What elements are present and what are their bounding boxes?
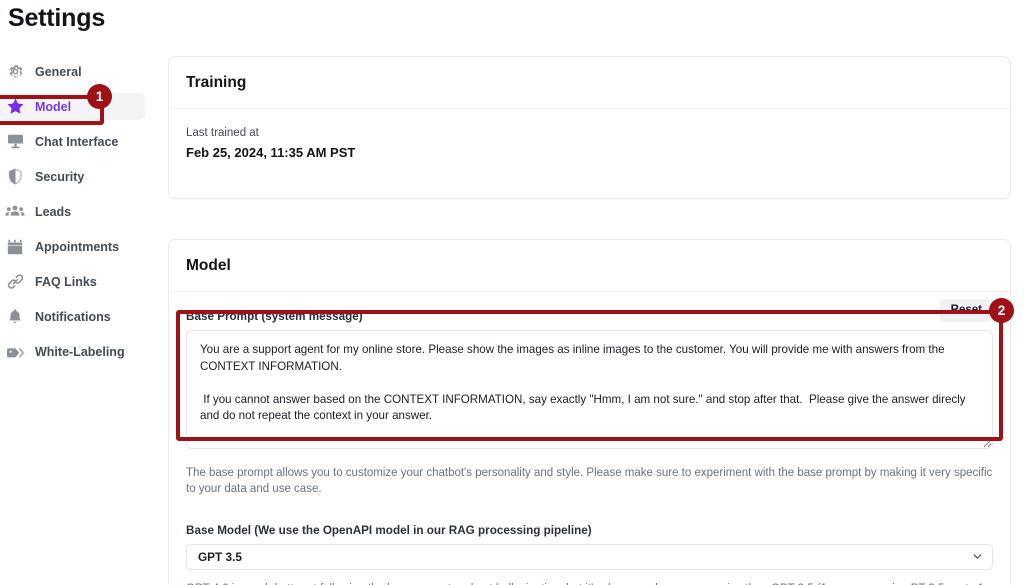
sidebar-item-model[interactable]: Model [0,93,145,120]
model-card-body: Base Prompt (system message) Reset The b… [169,292,1010,585]
card-spacer [168,199,1011,239]
calendar-icon [4,236,26,258]
sidebar-item-label: White-Labeling [35,344,125,359]
reset-button[interactable]: Reset [939,299,993,322]
gear-icon [4,61,26,83]
sidebar-item-label: Chat Interface [35,134,119,149]
sidebar-item-label: Model [35,99,72,114]
base-model-label: Base Model (We use the OpenAPI model in … [186,524,592,537]
sidebar-item-notifications[interactable]: Notifications [0,303,160,330]
sidebar-item-label: FAQ Links [35,274,97,289]
sidebar-item-faq-links[interactable]: FAQ Links [0,268,160,295]
annotation-badge-1: 1 [87,84,112,109]
sidebar-item-leads[interactable]: Leads [0,198,160,225]
settings-page: Settings General Model Chat Interface Se… [0,0,1024,585]
base-model-select[interactable]: GPT 3.5 [186,544,993,570]
sidebar-item-chat-interface[interactable]: Chat Interface [0,128,160,155]
last-trained-label: Last trained at [186,127,259,139]
star-icon [4,96,26,118]
sidebar-item-general[interactable]: General [0,58,160,85]
sidebar-item-label: Security [35,169,85,184]
base-model-select-wrap: GPT 3.5 [186,544,993,570]
training-card: Training Last trained at Feb 25, 2024, 1… [168,56,1011,199]
training-card-header: Training [169,57,1010,109]
base-prompt-field: Base Prompt (system message) Reset [186,299,993,454]
link-chain-icon [4,271,26,293]
shield-icon [4,166,26,188]
model-card: Model Base Prompt (system message) Reset… [168,239,1011,585]
last-trained-value: Feb 25, 2024, 11:35 AM PST [186,145,356,160]
base-prompt-textarea[interactable] [186,330,993,449]
settings-main-content: Training Last trained at Feb 25, 2024, 1… [168,56,1011,585]
base-model-help-text: GPT 4.0 is much better at following the … [186,581,993,585]
training-card-title: Training [186,74,247,91]
sidebar-item-label: Appointments [35,239,120,254]
annotation-badge-2: 2 [989,298,1014,323]
sidebar-item-label: General [35,64,82,79]
tag-icon [4,341,26,363]
people-group-icon [4,201,26,223]
sidebar-item-white-labeling[interactable]: White-Labeling [0,338,160,365]
sidebar-item-appointments[interactable]: Appointments [0,233,160,260]
base-model-selected-value: GPT 3.5 [198,550,242,564]
settings-sidebar: General Model Chat Interface Security Le… [0,58,160,373]
base-prompt-help-text: The base prompt allows you to customize … [186,467,993,495]
sidebar-item-label: Notifications [35,309,111,324]
page-title: Settings [8,4,106,32]
bell-icon [4,306,26,328]
sidebar-item-security[interactable]: Security [0,163,160,190]
base-prompt-label: Base Prompt (system message) [186,310,363,323]
model-card-title: Model [186,257,231,274]
training-card-body: Last trained at Feb 25, 2024, 11:35 AM P… [169,109,1010,179]
monitor-chat-icon [4,131,26,153]
model-card-header: Model [169,240,1010,292]
sidebar-item-label: Leads [35,204,72,219]
